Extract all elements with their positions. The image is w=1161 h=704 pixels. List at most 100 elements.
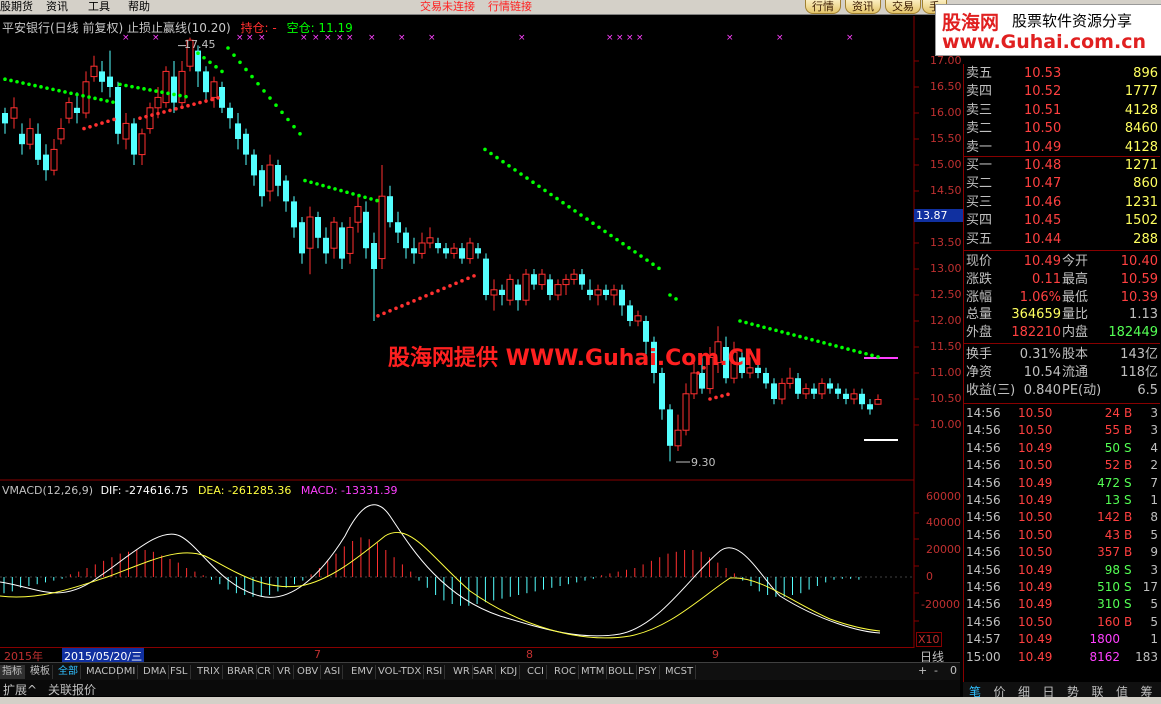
tick-time: 15:00 [966,649,1001,664]
indicator-tab[interactable]: EMV [349,665,376,679]
indicator-tab[interactable]: PSY [636,665,660,679]
tick-count: 8 [1150,510,1158,525]
stop-dot [351,192,355,196]
expand-button[interactable]: 扩展^ [3,681,37,698]
indicator-tab[interactable]: FSL [168,665,191,679]
ask-price: 10.52 [1024,84,1062,100]
tick-direction: B [1124,510,1133,525]
tick-row: 14:56 10.50 357 B 9 [964,544,1160,561]
stop-dot [75,92,79,97]
tick-volume: 55 [1104,423,1120,438]
bid-label: 买一 [966,158,993,173]
quote-value: 0.11 [1032,271,1061,287]
indicator-tab[interactable]: TRIX [195,665,223,679]
related-quotes-button[interactable]: 关联报价 [48,681,96,698]
stop-dot [621,241,625,246]
bid-row: 买二 10.47 860 [964,175,1160,193]
tick-row: 14:56 10.49 98 S 3 [964,562,1160,579]
tick-volume: 142 [1097,510,1120,525]
stop-dot [483,147,487,152]
tick-count: 3 [1150,406,1158,420]
menu-item-news[interactable]: 资讯 [46,0,68,13]
indicator-tab[interactable]: KDJ [498,665,521,679]
macd-title-bar: VMACD(12,26,9) DIF: -274616.75 DEA: -261… [2,484,398,497]
date-bar: 2015年 2015/05/20/三 7 8 9 [0,647,914,664]
indicator-tab[interactable]: ASI [322,665,344,679]
tick-count: 1 [1150,632,1158,647]
macd-tick: -20000 [921,598,960,611]
candle-body-up [306,216,314,249]
month-7: 7 [314,648,321,661]
tick-row: 14:56 10.50 52 B 2 [964,457,1160,474]
candle-body-up [330,221,338,249]
tick-volume: 310 [1097,597,1120,612]
stop-dot [292,124,296,129]
candle-body-up [162,70,170,104]
tick-volume: 24 [1104,406,1120,420]
tab-trade[interactable]: 交易 [885,0,921,14]
menu-item-futures[interactable]: 股期货 [0,0,33,13]
stop-dot [525,176,529,180]
price-tick: 12.00 [930,314,962,327]
indicator-tab[interactable]: ROC [552,665,579,679]
indicator-tab[interactable]: OBV [295,665,322,679]
indicator-tab[interactable]: RSI [424,665,446,679]
menu-item-tools[interactable]: 工具 [88,0,110,13]
indicator-tab[interactable]: BRAR [225,665,258,679]
stop-dot [375,198,379,203]
menu-item-help[interactable]: 帮助 [128,0,150,13]
indicator-tab[interactable]: CR [255,665,274,679]
macd-tick: 40000 [926,516,961,529]
quote-row: 换手 0.31% 股本 143亿 [964,346,1160,364]
candle-body-down [499,289,505,295]
tick-row: 14:56 10.49 472 S 7 [964,475,1160,492]
indicator-tab[interactable]: MCST [663,665,697,679]
trade-status-text: 交易未连接 [420,0,475,13]
reset-button[interactable]: 0 [950,664,957,677]
bottom-bar: 扩展^ 关联报价 [0,680,960,698]
indicator-tab[interactable]: 指标 [0,665,25,679]
tab-news[interactable]: 资讯 [845,0,881,14]
candle-body-up [90,65,98,78]
quote-value: 1.06% [1019,289,1061,305]
candle-body-up [506,278,514,301]
indicator-tab[interactable]: DMI [114,665,139,679]
ask-row: 卖一 10.49 4128 [964,139,1160,157]
chart-canvas[interactable]: × × × × × × × × × × × × × × × × × × × × × [0,16,963,648]
tab-quote[interactable]: 行情 [805,0,841,14]
tick-row: 14:56 10.50 160 B 5 [964,614,1160,631]
indicator-tab[interactable]: DMA [141,665,170,679]
stop-dot [208,60,212,65]
price-tick: 15.50 [930,132,962,145]
indicator-tab[interactable]: WR [451,665,473,679]
indicator-tab[interactable]: VOL-TDX [376,665,425,679]
indicator-tab[interactable]: 模板 [28,665,53,679]
quote-row: 总量 364659 量比 1.13 [964,306,1160,324]
stop-dot [708,397,712,401]
tick-divider [964,403,1160,404]
zoom-in-button[interactable]: + [918,664,927,677]
ask-price: 10.51 [1024,102,1062,118]
stop-dot [262,89,266,93]
macd-panel [0,504,919,639]
stop-dot [100,121,104,125]
stop-dot [142,87,146,91]
stop-dot [220,69,224,74]
candle-body-up [210,81,218,98]
indicator-tab[interactable]: MTM [579,665,608,679]
indicator-tab[interactable]: VR [275,665,294,679]
tick-price: 10.50 [1018,527,1053,542]
candle-body-down [627,305,633,321]
indicator-tab[interactable]: CCI [525,665,547,679]
indicator-tab[interactable]: BOLL [606,665,637,679]
indicator-tab[interactable]: 全部 [56,665,81,679]
candle-body-down [387,196,393,223]
zoom-out-button[interactable]: - [934,664,938,677]
indicator-tab[interactable]: SAR [471,665,497,679]
quote-value: 10.39 [1120,289,1158,305]
last-price-tag: 13.87 [914,209,964,222]
tick-time: 14:56 [966,614,1001,629]
stop-dot [93,96,97,101]
candle-body-down [259,170,265,197]
candle-body-down [643,321,649,342]
